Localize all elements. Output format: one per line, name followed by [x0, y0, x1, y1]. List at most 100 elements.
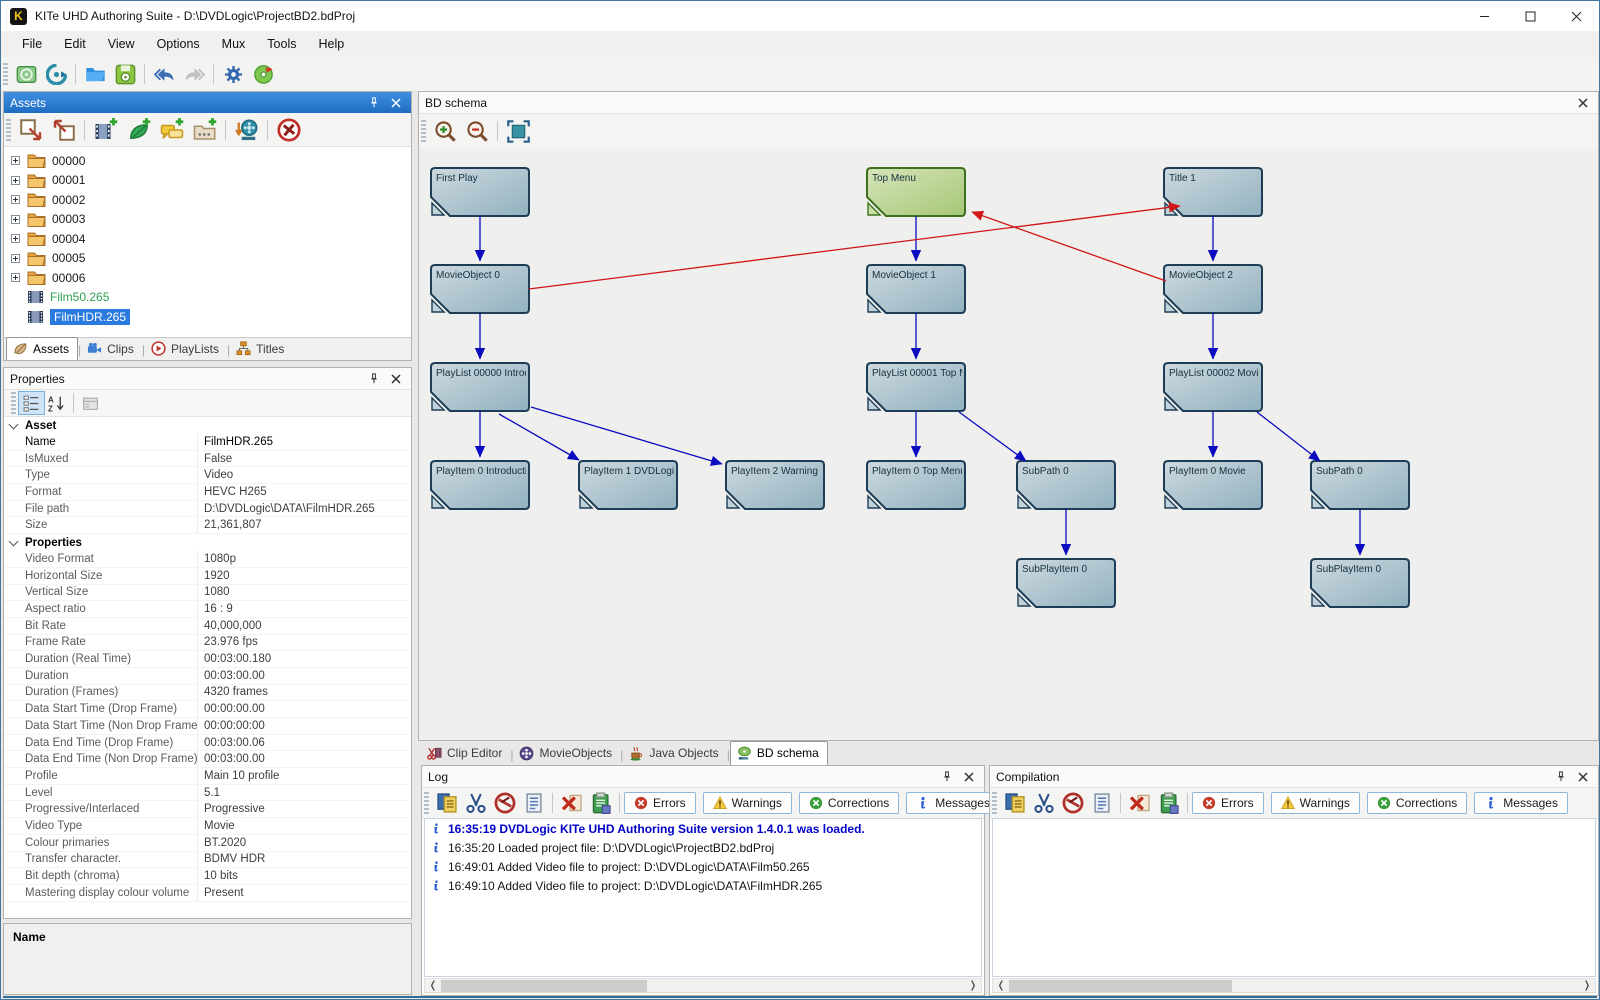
cut-button[interactable] [1029, 790, 1058, 817]
property-row[interactable]: NameFilmHDR.265 [4, 434, 411, 451]
expand-icon[interactable] [11, 215, 20, 224]
pin-icon[interactable] [942, 771, 952, 782]
schema-node-subpath-0[interactable]: SubPath 0 [1311, 461, 1409, 509]
tree-folder-00000[interactable]: 00000 [4, 151, 411, 171]
expand-icon[interactable] [11, 234, 20, 243]
close-icon[interactable] [1578, 97, 1588, 108]
tree-folder-00006[interactable]: 00006 [4, 268, 411, 288]
schema-node-subplayitem-0[interactable]: SubPlayItem 0 [1311, 559, 1409, 607]
tab-bd-schema[interactable]: BD schema [730, 741, 828, 765]
schema-node-movieobject-0[interactable]: MovieObject 0 [431, 265, 529, 313]
log-entry[interactable]: 16:49:10 Added Video file to project: D:… [425, 876, 981, 895]
property-row[interactable]: Data End Time (Drop Frame)00:03:00.06 [4, 735, 411, 752]
filter-errors-button[interactable]: Errors [624, 792, 696, 814]
tree-folder-00003[interactable]: 00003 [4, 210, 411, 230]
schema-node-playlist-00001-top-menu[interactable]: PlayList 00001 Top Menu [867, 363, 984, 411]
filter-warnings-button[interactable]: Warnings [1271, 792, 1360, 814]
menu-options[interactable]: Options [146, 33, 211, 55]
tree-folder-00001[interactable]: 00001 [4, 171, 411, 191]
zoom-in-button[interactable] [429, 116, 461, 146]
property-row[interactable]: Progressive/InterlacedProgressive [4, 801, 411, 818]
property-row[interactable]: TypeVideo [4, 467, 411, 484]
tree-folder-00002[interactable]: 00002 [4, 190, 411, 210]
property-row[interactable]: IsMuxedFalse [4, 451, 411, 468]
schema-node-playitem-1-dvdlogic[interactable]: PlayItem 1 DVDLogic [579, 461, 679, 509]
property-category-asset[interactable]: Asset [4, 417, 411, 434]
delete-doc-button[interactable] [557, 790, 586, 817]
add-audio-button[interactable] [122, 115, 155, 145]
remove-asset-button[interactable] [272, 115, 305, 145]
property-row[interactable]: Bit depth (chroma)10 bits [4, 868, 411, 885]
zoom-out-button[interactable] [461, 116, 493, 146]
select-doc-button[interactable] [1087, 790, 1116, 817]
copy-button[interactable] [1000, 790, 1029, 817]
expand-icon[interactable] [11, 254, 20, 263]
schema-node-movieobject-2[interactable]: MovieObject 2 [1164, 265, 1262, 313]
property-row[interactable]: Video TypeMovie [4, 818, 411, 835]
pin-icon[interactable] [1556, 771, 1566, 782]
close-icon[interactable] [964, 771, 974, 782]
add-video-button[interactable] [89, 115, 122, 145]
property-row[interactable]: Bit Rate40,000,000 [4, 618, 411, 635]
copy-button[interactable] [432, 790, 461, 817]
add-subtitle-button[interactable] [155, 115, 188, 145]
expand-icon[interactable] [11, 273, 20, 282]
property-row[interactable]: Duration00:03:00.00 [4, 668, 411, 685]
property-row[interactable]: Data Start Time (Drop Frame)00:00:00.00 [4, 701, 411, 718]
close-icon[interactable] [391, 97, 401, 108]
property-pages-button[interactable] [78, 392, 103, 414]
filter-corrections-button[interactable]: Corrections [799, 792, 899, 814]
tab-assets[interactable]: Assets [6, 337, 78, 360]
compilation-horizontal-scrollbar[interactable]: ❬ ❭ [992, 978, 1596, 993]
property-row[interactable]: Duration (Real Time)00:03:00.180 [4, 651, 411, 668]
property-row[interactable]: Data End Time (Non Drop Frame)00:03:00.0… [4, 751, 411, 768]
clear-button[interactable] [490, 790, 519, 817]
delete-doc-button[interactable] [1125, 790, 1154, 817]
property-category-properties[interactable]: Properties [4, 534, 411, 551]
property-row[interactable]: File pathD:\DVDLogic\DATA\FilmHDR.265 [4, 501, 411, 518]
new-disc-button[interactable] [11, 60, 41, 88]
clear-button[interactable] [1058, 790, 1087, 817]
schema-node-first-play[interactable]: First Play [431, 168, 529, 216]
import-mux-button[interactable] [230, 115, 263, 145]
expand-icon[interactable] [11, 176, 20, 185]
close-button[interactable] [1553, 1, 1599, 31]
scroll-left-icon[interactable]: ❬ [993, 979, 1009, 992]
tab-playlists[interactable]: PlayLists [145, 338, 227, 360]
schema-node-movieobject-1[interactable]: MovieObject 1 [867, 265, 965, 313]
schema-node-playitem-0-introduction[interactable]: PlayItem 0 Introduction [431, 461, 538, 509]
property-row[interactable]: FormatHEVC H265 [4, 484, 411, 501]
close-icon[interactable] [391, 373, 401, 384]
bd-schema-canvas[interactable]: First PlayTop MenuTitle 1MovieObject 0Mo… [419, 148, 1598, 740]
alphabetical-button[interactable]: AZ [44, 392, 69, 414]
maximize-button[interactable] [1507, 1, 1553, 31]
select-doc-button[interactable] [519, 790, 548, 817]
scrollbar-thumb[interactable] [1009, 980, 1232, 992]
property-row[interactable]: Aspect ratio16 : 9 [4, 601, 411, 618]
tree-file-FilmHDR.265[interactable]: FilmHDR.265 [4, 307, 411, 327]
schema-node-subplayitem-0[interactable]: SubPlayItem 0 [1017, 559, 1115, 607]
cut-button[interactable] [461, 790, 490, 817]
property-row[interactable]: Vertical Size1080 [4, 585, 411, 602]
expand-icon[interactable] [11, 195, 20, 204]
tab-clips[interactable]: Clips [81, 338, 142, 360]
save-button[interactable] [110, 60, 140, 88]
menu-edit[interactable]: Edit [53, 33, 97, 55]
schema-node-playlist-00002-movie[interactable]: PlayList 00002 Movie [1164, 363, 1264, 411]
schema-node-subpath-0[interactable]: SubPath 0 [1017, 461, 1115, 509]
collapse-all-button[interactable] [47, 115, 80, 145]
expand-icon[interactable] [11, 156, 20, 165]
property-row[interactable]: Data Start Time (Non Drop Frame)00:00:00… [4, 718, 411, 735]
load-disc-button[interactable] [41, 60, 71, 88]
menu-help[interactable]: Help [307, 33, 355, 55]
scroll-right-icon[interactable]: ❭ [965, 979, 981, 992]
schema-node-playitem-0-top-menu[interactable]: PlayItem 0 Top Menu [867, 461, 966, 509]
tree-file-Film50.265[interactable]: Film50.265 [4, 288, 411, 308]
schema-node-title-1[interactable]: Title 1 [1164, 168, 1262, 216]
property-row[interactable]: Video Format1080p [4, 551, 411, 568]
schema-node-playitem-0-movie[interactable]: PlayItem 0 Movie [1164, 461, 1262, 509]
property-row[interactable]: ProfileMain 10 profile [4, 768, 411, 785]
minimize-button[interactable] [1461, 1, 1507, 31]
settings-button[interactable] [218, 60, 248, 88]
close-icon[interactable] [1578, 771, 1588, 782]
